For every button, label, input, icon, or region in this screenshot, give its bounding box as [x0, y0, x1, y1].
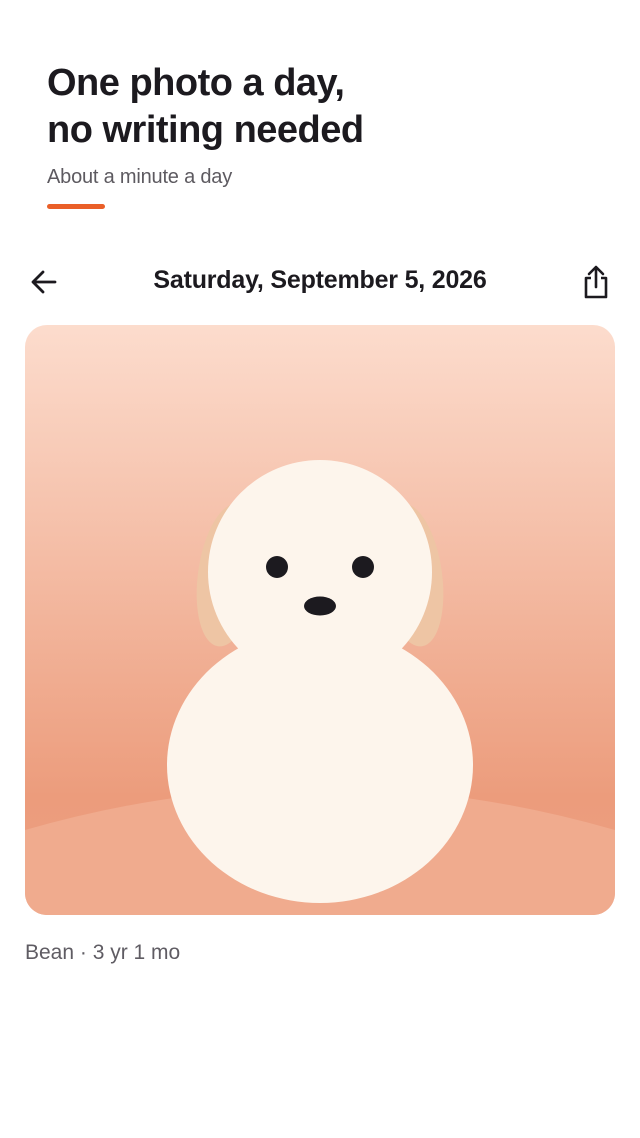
pet-nose: [304, 596, 336, 616]
pet-head: [208, 460, 432, 684]
entry-date: Saturday, September 5, 2026: [153, 266, 487, 294]
right-eye: [352, 556, 374, 578]
pet-caption: Bean · 3 yr 1 mo: [25, 941, 181, 964]
hero-title: One photo a day, no writing needed: [47, 60, 364, 154]
onboarding-header: One photo a day, no writing needed About…: [47, 60, 364, 189]
hero-title-line-1: One photo a day,: [47, 62, 345, 104]
hero-title-line-2: no writing needed: [47, 109, 364, 151]
share-button[interactable]: [574, 260, 618, 304]
daily-photo[interactable]: [25, 325, 615, 915]
pet-illustration: [25, 325, 615, 915]
accent-underline: [47, 204, 105, 209]
hero-subtitle: About a minute a day: [47, 166, 233, 188]
left-eye: [266, 556, 288, 578]
entry-toolbar: Saturday, September 5, 2026: [0, 254, 640, 310]
share-icon: [584, 265, 608, 299]
screen: One photo a day, no writing needed About…: [0, 0, 640, 1138]
